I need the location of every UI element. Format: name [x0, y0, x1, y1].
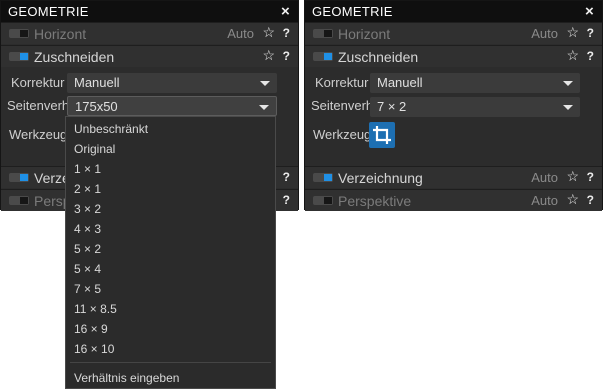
help-icon[interactable]: ? — [283, 170, 290, 184]
dropdown-option[interactable]: 16 × 10 — [74, 342, 114, 356]
werkzeug-label: Werkzeug — [9, 127, 68, 142]
row-title: Perspektive — [338, 193, 412, 209]
help-icon[interactable]: ? — [587, 49, 594, 63]
korrektur-value: Manuell — [377, 75, 423, 90]
row-title: Zuschneiden — [338, 49, 419, 65]
help-icon[interactable]: ? — [283, 193, 290, 207]
star-icon[interactable]: ☆ — [566, 168, 579, 185]
perspektive-toggle[interactable] — [313, 196, 333, 205]
seitenverh-select[interactable]: 175x50 — [67, 96, 277, 116]
seitenverh-value: 175x50 — [75, 99, 118, 114]
dropdown-option[interactable]: 5 × 4 — [74, 262, 101, 276]
dropdown-option[interactable]: 7 × 5 — [74, 282, 101, 296]
crop-icon — [373, 126, 391, 144]
geometrie-panel-right: GEOMETRIE × Horizont Auto ☆ ? Zuschneide… — [304, 0, 603, 211]
toggle-knob — [324, 174, 332, 181]
chevron-down-icon — [563, 81, 573, 86]
horizont-toggle[interactable] — [9, 29, 29, 38]
dropdown-option[interactable]: 3 × 2 — [74, 202, 101, 216]
panel-titlebar: GEOMETRIE × — [1, 1, 298, 22]
auto-label: Auto — [531, 170, 558, 185]
panel-title: GEOMETRIE — [8, 4, 89, 19]
toggle-knob — [20, 174, 28, 181]
enter-ratio-option[interactable]: Verhältnis eingeben — [74, 371, 179, 385]
dropdown-divider — [70, 362, 271, 363]
row-zuschneiden[interactable]: Zuschneiden ☆ ? — [1, 45, 298, 67]
seitenverh-label: Seitenverh — [311, 98, 374, 113]
dropdown-option[interactable]: 11 × 8.5 — [74, 302, 117, 316]
dropdown-option[interactable]: 5 × 2 — [74, 242, 101, 256]
row-title: Zuschneiden — [34, 49, 115, 65]
star-icon[interactable]: ☆ — [566, 47, 579, 64]
help-icon[interactable]: ? — [283, 49, 290, 63]
row-zuschneiden[interactable]: Zuschneiden ☆ ? — [305, 45, 602, 67]
help-icon[interactable]: ? — [587, 170, 594, 184]
zuschneiden-toggle[interactable] — [9, 52, 29, 61]
verzeichnung-toggle[interactable] — [313, 173, 333, 182]
row-horizont[interactable]: Horizont Auto ☆ ? — [305, 22, 602, 44]
seitenverh-select[interactable]: 7 × 2 — [370, 97, 580, 117]
chevron-down-icon — [259, 105, 269, 110]
toggle-knob — [20, 197, 28, 204]
panel-title: GEOMETRIE — [312, 4, 393, 19]
auto-label: Auto — [531, 26, 558, 41]
chevron-down-icon — [563, 105, 573, 110]
star-icon[interactable]: ☆ — [566, 24, 579, 41]
close-icon[interactable]: × — [281, 1, 290, 22]
verzeichnung-toggle[interactable] — [9, 173, 29, 182]
toggle-knob — [324, 197, 332, 204]
auto-label: Auto — [227, 26, 254, 41]
dropdown-option[interactable]: Unbeschränkt — [74, 122, 148, 136]
korrektur-value: Manuell — [74, 75, 120, 90]
toggle-knob — [324, 30, 332, 37]
help-icon[interactable]: ? — [283, 26, 290, 40]
dropdown-option[interactable]: 4 × 3 — [74, 222, 101, 236]
auto-label: Auto — [531, 193, 558, 208]
row-title: Horizont — [34, 26, 87, 42]
help-icon[interactable]: ? — [587, 193, 594, 207]
star-icon[interactable]: ☆ — [262, 47, 275, 64]
seitenverh-label: Seitenverh — [7, 98, 70, 113]
korrektur-label: Korrektur — [11, 75, 65, 90]
korrektur-label: Korrektur — [315, 75, 369, 90]
star-icon[interactable]: ☆ — [566, 191, 579, 208]
help-icon[interactable]: ? — [587, 26, 594, 40]
toggle-knob — [20, 53, 28, 60]
korrektur-select[interactable]: Manuell — [67, 73, 277, 93]
seitenverh-dropdown: Unbeschränkt Original 1 × 1 2 × 1 3 × 2 … — [65, 116, 276, 389]
dropdown-option[interactable]: Original — [74, 142, 115, 156]
dropdown-option[interactable]: 2 × 1 — [74, 182, 101, 196]
perspektive-toggle[interactable] — [9, 196, 29, 205]
toggle-knob — [20, 30, 28, 37]
chevron-down-icon — [260, 81, 270, 86]
dropdown-option[interactable]: 1 × 1 — [74, 162, 101, 176]
row-perspektive[interactable]: Perspektive Auto ☆ ? — [305, 189, 602, 211]
toggle-knob — [324, 53, 332, 60]
close-icon[interactable]: × — [585, 1, 594, 22]
seitenverh-value: 7 × 2 — [377, 99, 407, 114]
row-horizont[interactable]: Horizont Auto ☆ ? — [1, 22, 298, 44]
korrektur-select[interactable]: Manuell — [370, 73, 580, 93]
horizont-toggle[interactable] — [313, 29, 333, 38]
panel-titlebar: GEOMETRIE × — [305, 1, 602, 22]
dropdown-option[interactable]: 16 × 9 — [74, 322, 108, 336]
zuschneiden-toggle[interactable] — [313, 52, 333, 61]
row-title: Horizont — [338, 26, 391, 42]
star-icon[interactable]: ☆ — [262, 24, 275, 41]
row-verzeichnung[interactable]: Verzeichnung Auto ☆ ? — [305, 166, 602, 188]
werkzeug-label: Werkzeug — [313, 127, 372, 142]
crop-tool-button[interactable] — [369, 122, 395, 148]
row-title: Verzeichnung — [338, 170, 423, 186]
